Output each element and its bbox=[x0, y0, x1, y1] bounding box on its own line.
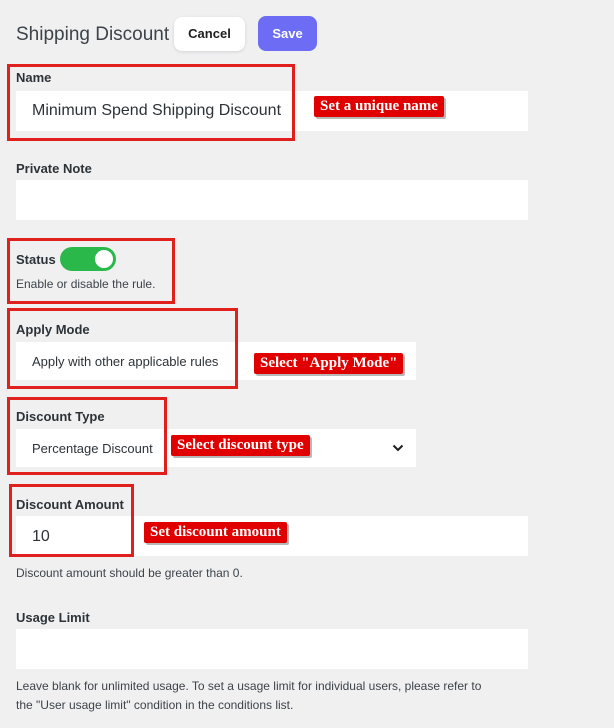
status-highlight-box bbox=[7, 238, 175, 304]
name-annotation: Set a unique name bbox=[314, 96, 444, 117]
private-note-label: Private Note bbox=[16, 161, 92, 176]
cancel-button[interactable]: Cancel bbox=[174, 17, 245, 51]
apply-mode-annotation: Select "Apply Mode" bbox=[254, 353, 404, 374]
discount-amount-help: Discount amount should be greater than 0… bbox=[16, 566, 243, 580]
page-title: Shipping Discount bbox=[16, 24, 170, 45]
private-note-input[interactable] bbox=[16, 180, 528, 220]
usage-limit-label: Usage Limit bbox=[16, 610, 90, 625]
usage-limit-help-line-2: the "User usage limit" condition in the … bbox=[16, 698, 294, 712]
discount-amount-highlight-box bbox=[9, 484, 134, 557]
discount-amount-annotation: Set discount amount bbox=[144, 522, 287, 543]
usage-limit-input[interactable] bbox=[16, 629, 528, 669]
name-highlight-box bbox=[7, 64, 295, 141]
discount-type-highlight-box bbox=[7, 397, 167, 475]
discount-type-annotation: Select discount type bbox=[171, 435, 310, 456]
usage-limit-help-line-1: Leave blank for unlimited usage. To set … bbox=[16, 679, 482, 693]
apply-mode-highlight-box bbox=[7, 308, 238, 389]
chevron-down-icon bbox=[392, 444, 404, 452]
save-button[interactable]: Save bbox=[258, 16, 317, 51]
